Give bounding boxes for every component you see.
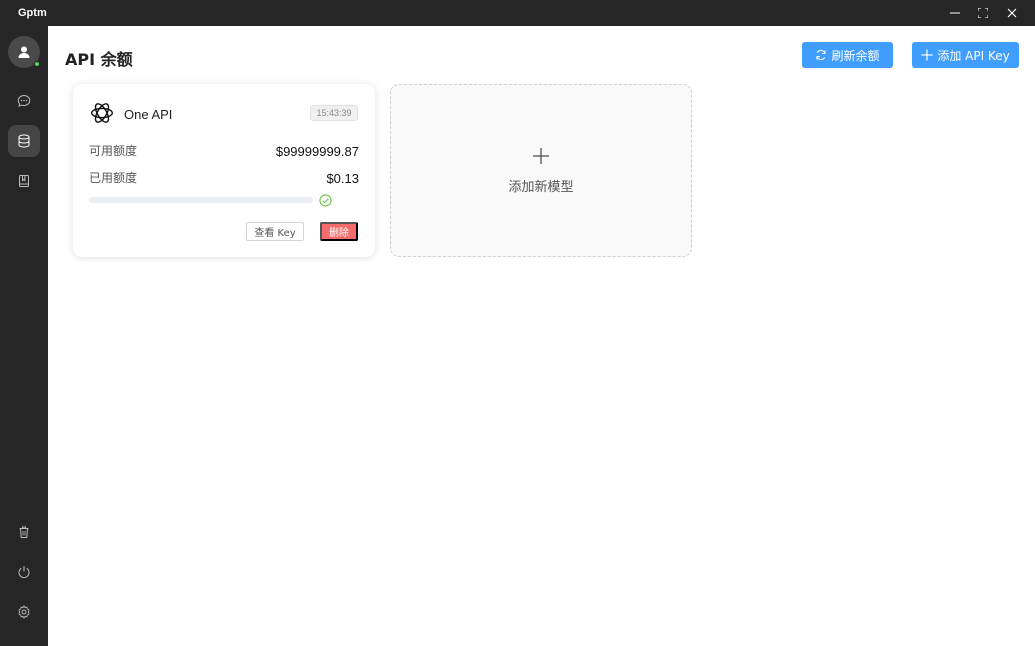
minimize-button[interactable] (940, 0, 970, 26)
close-button[interactable] (997, 0, 1027, 26)
book-icon (19, 175, 29, 187)
used-quota-label: 已用额度 (89, 171, 138, 185)
openai-logo-icon (91, 103, 113, 123)
check-circle-icon (319, 194, 332, 207)
title-bar: Gptm (0, 0, 1035, 26)
database-icon (18, 134, 30, 148)
refresh-balance-label: 刷新余额 (831, 48, 880, 63)
add-model-label: 添加新模型 (508, 180, 574, 195)
main-content: API 余额 刷新余额 添加 API Key One API 15:43:39 … (48, 26, 1035, 646)
user-icon (18, 46, 30, 58)
maximize-icon (978, 8, 988, 18)
online-status-dot (34, 61, 40, 67)
trash-icon (19, 526, 29, 538)
gear-icon (18, 605, 30, 619)
sidebar (0, 26, 48, 646)
usage-progress-bar (89, 197, 313, 203)
available-quota-value: $99999999.87 (275, 144, 359, 159)
close-icon (1007, 8, 1017, 18)
sidebar-item-trash[interactable] (8, 516, 40, 548)
app-title: Gptm (18, 7, 47, 19)
power-icon (18, 566, 30, 578)
add-api-key-label: 添加 API Key (937, 48, 1010, 63)
plus-icon (533, 148, 549, 164)
maximize-button[interactable] (968, 0, 998, 26)
minimize-icon (950, 12, 960, 14)
add-api-key-button[interactable]: 添加 API Key (912, 42, 1019, 68)
sidebar-item-power[interactable] (8, 556, 40, 588)
refresh-balance-button[interactable]: 刷新余额 (802, 42, 893, 68)
sidebar-item-settings[interactable] (8, 596, 40, 628)
delete-button[interactable]: 删除 (320, 222, 358, 241)
refresh-icon (816, 49, 827, 61)
add-model-card[interactable]: 添加新模型 (390, 84, 692, 257)
api-card: One API 15:43:39 可用额度 $99999999.87 已用额度 … (73, 84, 375, 257)
page-title: API 余额 (65, 50, 133, 69)
view-key-button[interactable]: 查看 Key (246, 222, 304, 241)
plus-icon (921, 49, 933, 61)
chat-icon (17, 94, 31, 107)
available-quota-label: 可用额度 (89, 144, 138, 158)
api-name: One API (124, 107, 173, 122)
update-time-badge: 15:43:39 (310, 105, 358, 121)
sidebar-item-chat[interactable] (8, 85, 40, 117)
sidebar-item-database[interactable] (8, 125, 40, 157)
used-quota-value: $0.13 (326, 171, 359, 186)
sidebar-item-book[interactable] (8, 165, 40, 197)
